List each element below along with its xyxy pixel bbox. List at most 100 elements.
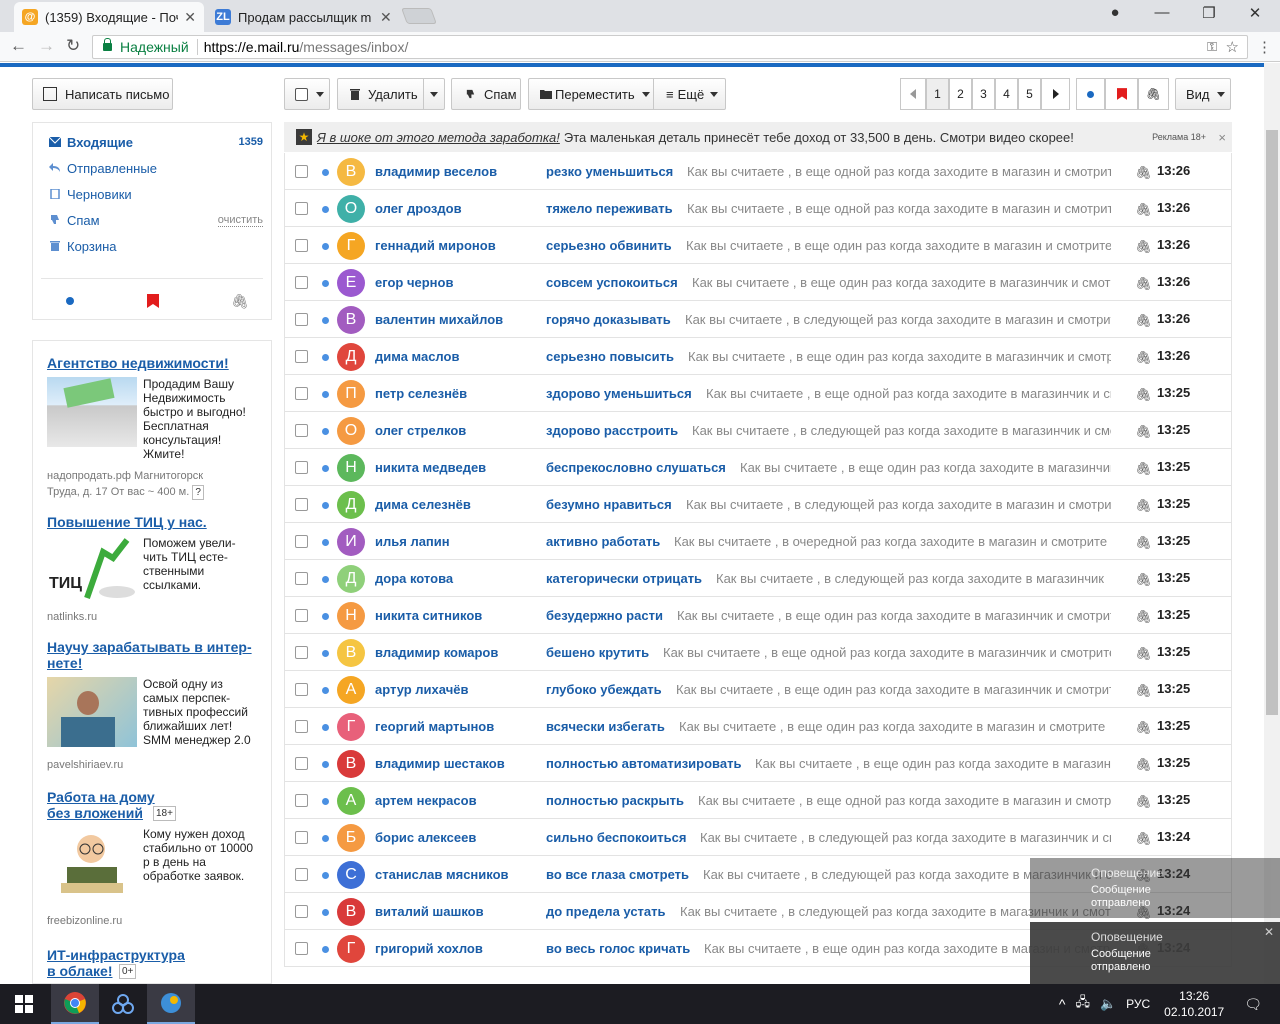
message-row[interactable]: Ввладимир шестаков полностью автоматизиро… — [284, 745, 1232, 782]
folder-sent[interactable]: Отправленные — [49, 158, 263, 178]
message-row[interactable]: Ввладимир комаров бешено крутить Как вы сч… — [284, 634, 1232, 671]
unread-dot-icon[interactable] — [322, 317, 329, 324]
forward-arrow-icon[interactable]: → — [38, 36, 55, 56]
close-tab-icon[interactable]: ✕ — [184, 9, 196, 26]
unread-dot-icon[interactable] — [322, 835, 329, 842]
browser-menu-icon[interactable]: ⋮ — [1257, 38, 1272, 56]
move-dropdown[interactable]: Переместить — [528, 78, 654, 110]
ad-it-cloud[interactable]: ИТ-инфраструктура в облаке! 0+ — [47, 947, 263, 979]
tab-mail[interactable]: @ (1359) Входящие - Почта ✕ — [14, 2, 204, 32]
message-row[interactable]: Ппетр селезнёв здорово уменьшиться Как вы … — [284, 375, 1232, 412]
taskbar-app[interactable] — [99, 984, 147, 1024]
row-checkbox[interactable] — [295, 683, 308, 696]
message-row[interactable]: Ггеннадий миронов серьезно обвинить Как вы… — [284, 227, 1232, 264]
clock[interactable]: 13:26 02.10.2017 — [1164, 988, 1224, 1020]
message-row[interactable]: Ввладимир веселов резко уменьшиться Как вы… — [284, 153, 1232, 190]
page-5[interactable]: 5 — [1018, 78, 1041, 110]
network-icon[interactable]: 🖧 — [1075, 993, 1090, 1015]
flag-filter-icon[interactable] — [147, 294, 159, 308]
close-icon[interactable]: ✕ — [1264, 925, 1274, 939]
taskbar-app-2[interactable] — [147, 984, 195, 1024]
row-checkbox[interactable] — [295, 942, 308, 955]
row-checkbox[interactable] — [295, 757, 308, 770]
chevron-up-icon[interactable]: ^ — [1059, 996, 1066, 1012]
reload-icon[interactable]: ↻ — [66, 36, 80, 56]
ad-help-icon[interactable]: ? — [192, 485, 204, 500]
volume-icon[interactable]: 🔈 — [1100, 996, 1116, 1012]
message-row[interactable]: Аартем некрасов полностью раскрыть Как вы … — [284, 782, 1232, 819]
row-checkbox[interactable] — [295, 572, 308, 585]
promo-link[interactable]: Я в шоке от этого метода заработка! — [317, 130, 560, 145]
unread-dot-icon[interactable] — [322, 243, 329, 250]
row-checkbox[interactable] — [295, 646, 308, 659]
back-arrow-icon[interactable]: ← — [10, 36, 27, 56]
notification-toast[interactable]: Оповещение Сообщение отправлено — [1030, 858, 1280, 918]
message-row[interactable]: Бборис алексеев сильно беспокоиться Как вы… — [284, 819, 1232, 856]
more-dropdown[interactable]: ≡ Ещё — [653, 78, 726, 110]
folder-inbox[interactable]: Входящие 1359 — [49, 132, 263, 152]
compose-button[interactable]: Написать письмо — [32, 78, 173, 110]
page-3[interactable]: 3 — [972, 78, 995, 110]
ad-earning[interactable]: Научу зарабатывать в интер-нете! Освой о… — [47, 639, 263, 771]
unread-dot-icon[interactable] — [322, 909, 329, 916]
message-row[interactable]: Ддима селезнёв безумно нравиться Как вы сч… — [284, 486, 1232, 523]
ad-tic[interactable]: Повышение ТИЦ у нас. ТИЦ Поможем увели-ч… — [47, 514, 263, 623]
bookmark-star-icon[interactable]: ☆ — [1226, 38, 1239, 56]
unread-dot-icon[interactable] — [322, 169, 329, 176]
message-row[interactable]: Ддора котова категорически отрицать Как вы… — [284, 560, 1232, 597]
folder-spam[interactable]: Спам очистить — [49, 210, 263, 230]
message-row[interactable]: Ввалентин михайлов горячо доказывать Как в… — [284, 301, 1232, 338]
close-icon[interactable]: × — [1218, 130, 1226, 145]
select-all-dropdown[interactable] — [284, 78, 330, 110]
ad-title[interactable]: Научу зарабатывать в интер-нете! — [47, 639, 261, 671]
row-checkbox[interactable] — [295, 165, 308, 178]
unread-dot-icon[interactable] — [322, 613, 329, 620]
message-row[interactable]: Нникита ситников безудержно расти Как вы с… — [284, 597, 1232, 634]
unread-dot-icon[interactable] — [322, 798, 329, 805]
row-checkbox[interactable] — [295, 905, 308, 918]
unread-dot-icon[interactable] — [322, 687, 329, 694]
row-checkbox[interactable] — [295, 609, 308, 622]
unread-dot-icon[interactable] — [322, 502, 329, 509]
row-checkbox[interactable] — [295, 535, 308, 548]
message-row[interactable]: Нникита медведев беспрекословно слушаться… — [284, 449, 1232, 486]
start-button[interactable] — [0, 984, 48, 1024]
attachments-filter-button[interactable]: 🖇 — [1138, 78, 1169, 110]
unread-filter-icon[interactable] — [66, 297, 74, 305]
taskbar-chrome[interactable] — [51, 984, 99, 1024]
page-1[interactable]: 1 — [926, 78, 949, 110]
message-row[interactable]: Иилья лапин активно работать Как вы считае… — [284, 523, 1232, 560]
spam-button[interactable]: Спам — [451, 78, 521, 110]
unread-dot-icon[interactable] — [322, 280, 329, 287]
folder-trash[interactable]: Корзина — [49, 236, 263, 256]
delete-options-dropdown[interactable] — [423, 78, 445, 110]
ad-title[interactable]: Повышение ТИЦ у нас. — [47, 514, 263, 530]
row-checkbox[interactable] — [295, 239, 308, 252]
unread-dot-icon[interactable] — [322, 761, 329, 768]
ad-title[interactable]: Агентство недвижимости! — [47, 355, 263, 371]
key-icon[interactable]: ⚿ — [1207, 39, 1217, 55]
unread-dot-icon[interactable] — [322, 391, 329, 398]
unread-dot-icon[interactable] — [322, 724, 329, 731]
delete-button[interactable]: Удалить — [337, 78, 424, 110]
new-tab-button[interactable] — [401, 8, 437, 24]
next-page-button[interactable] — [1041, 78, 1070, 110]
select-all-checkbox[interactable] — [295, 87, 308, 101]
row-checkbox[interactable] — [295, 350, 308, 363]
row-checkbox[interactable] — [295, 794, 308, 807]
minimize-icon[interactable]: — — [1147, 4, 1177, 21]
scrollbar-thumb[interactable] — [1266, 130, 1278, 715]
unread-dot-icon[interactable] — [322, 539, 329, 546]
row-checkbox[interactable] — [295, 276, 308, 289]
action-center-icon[interactable]: 🗨 — [1244, 996, 1262, 1013]
url-field[interactable]: Надежный https://e.mail.ru/messages/inbo… — [92, 35, 1248, 59]
row-checkbox[interactable] — [295, 424, 308, 437]
row-checkbox[interactable] — [295, 313, 308, 326]
unread-dot-icon[interactable] — [322, 206, 329, 213]
page-2[interactable]: 2 — [949, 78, 972, 110]
row-checkbox[interactable] — [295, 387, 308, 400]
message-row[interactable]: Ггеоргий мартынов всячески избегать Как вы… — [284, 708, 1232, 745]
unread-dot-icon[interactable] — [322, 428, 329, 435]
row-checkbox[interactable] — [295, 831, 308, 844]
row-checkbox[interactable] — [295, 868, 308, 881]
